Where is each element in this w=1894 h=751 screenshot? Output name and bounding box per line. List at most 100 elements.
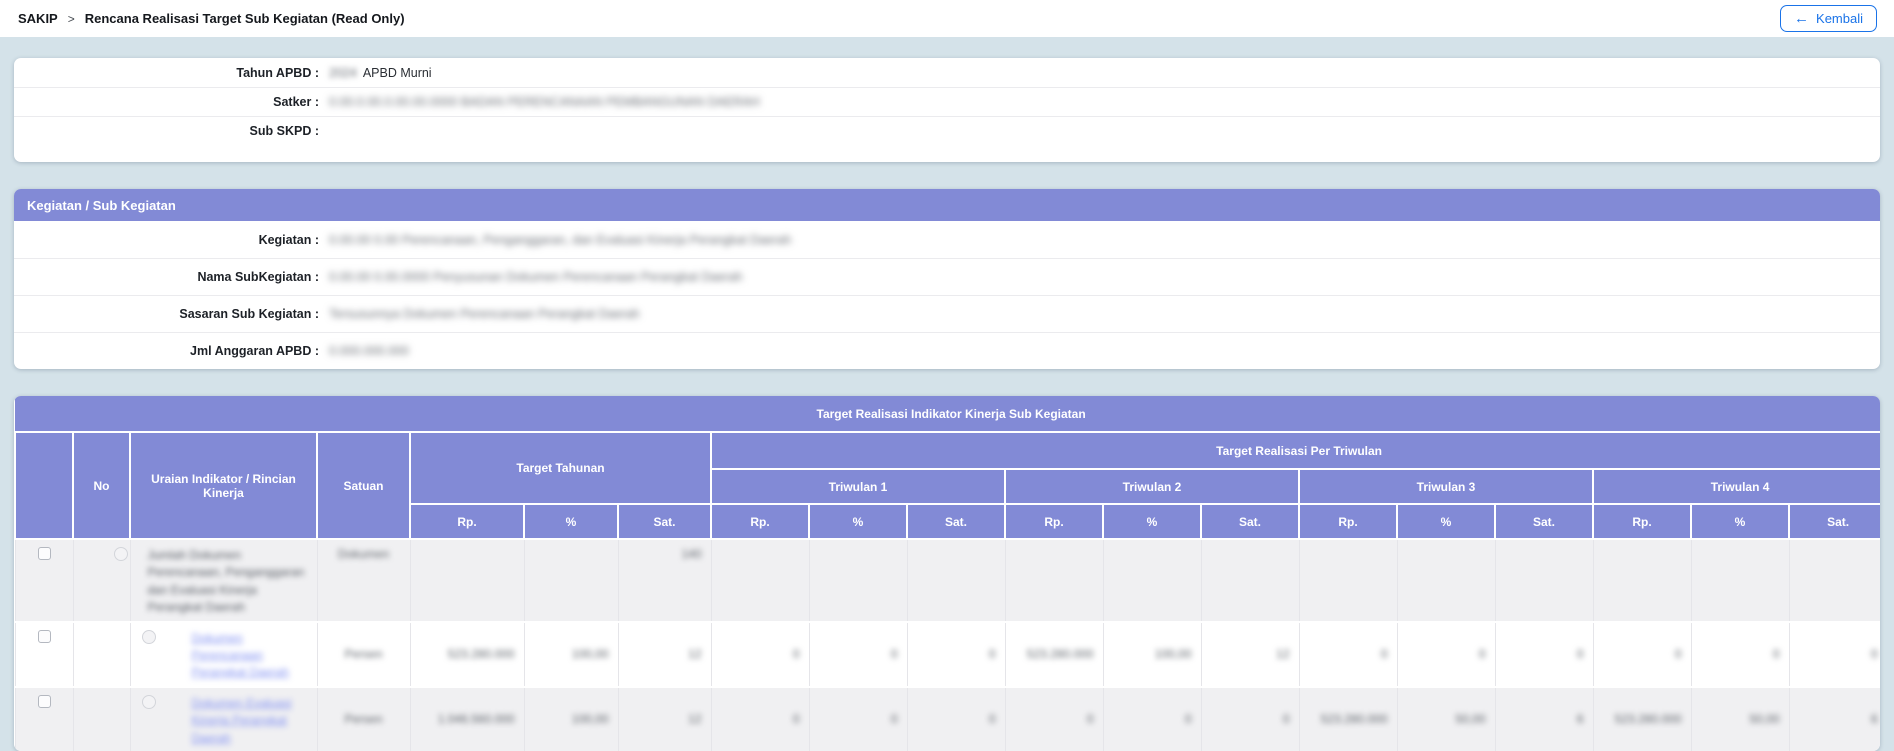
triwulan-4-header: Triwulan 4	[1593, 469, 1880, 504]
t1-rp-value: 0	[793, 647, 800, 661]
t1-pct-value: 0	[891, 712, 898, 726]
nama-subkegiatan-label: Nama SubKegiatan :	[14, 270, 319, 284]
t4-sat-value: 6	[1871, 712, 1878, 726]
tt-sat-header: Sat.	[618, 504, 711, 539]
table-title: Target Realisasi Indikator Kinerja Sub K…	[15, 396, 1880, 432]
uraian-column-header: Uraian Indikator / Rincian Kinerja	[130, 432, 317, 539]
kegiatan-panel: Kegiatan / Sub Kegiatan Kegiatan : 0.00.…	[14, 189, 1880, 369]
jml-anggaran-apbd-label: Jml Anggaran APBD :	[14, 344, 319, 358]
row-select-checkbox[interactable]	[38, 630, 51, 643]
satuan-value-redacted: Dokumen	[338, 547, 389, 561]
form-row-tahun-apbd: Tahun APBD : 2024 APBD Murni	[14, 58, 1880, 87]
t2-pct-value: 100,00	[1155, 647, 1192, 661]
t2-pct-value: 0	[1185, 712, 1192, 726]
t3-rp-header: Rp.	[1299, 504, 1397, 539]
page-title: Rencana Realisasi Target Sub Kegiatan (R…	[85, 11, 405, 26]
t3-rp-value: 523.280.000	[1321, 712, 1388, 726]
satuan-value-redacted: Persen	[344, 647, 382, 661]
uraian-indicator-text-redacted: Jumlah Dokumen Perencanaan, Penganggaran…	[148, 547, 308, 617]
no-column-header: No	[73, 432, 130, 539]
breadcrumb-root-sakip[interactable]: SAKIP	[18, 11, 58, 26]
row-no-cell	[73, 687, 130, 751]
row-radio[interactable]	[142, 630, 156, 644]
satker-label: Satker :	[14, 95, 319, 109]
t3-sat-value: 0	[1577, 647, 1584, 661]
tt-sat-value: 140	[681, 547, 701, 561]
t1-pct-value: 0	[891, 647, 898, 661]
t2-rp-header: Rp.	[1005, 504, 1103, 539]
tt-rp-value: 523.280.000	[448, 647, 515, 661]
top-bar: SAKIP > Rencana Realisasi Target Sub Keg…	[0, 0, 1894, 37]
jml-anggaran-apbd-value-redacted: 0.000.000.000	[329, 344, 409, 358]
row-radio[interactable]	[142, 695, 156, 709]
kegiatan-panel-header: Kegiatan / Sub Kegiatan	[14, 189, 1880, 221]
t3-pct-value: 50,00	[1455, 712, 1485, 726]
row-select-cell	[15, 622, 73, 687]
target-tahunan-header: Target Tahunan	[410, 432, 711, 504]
t1-sat-value: 0	[989, 647, 996, 661]
t2-sat-value: 12	[1276, 647, 1289, 661]
t2-sat-header: Sat.	[1201, 504, 1299, 539]
tt-pct-value: 100,00	[572, 647, 609, 661]
row-radio[interactable]	[114, 547, 128, 561]
kegiatan-label: Kegiatan :	[14, 233, 319, 247]
t4-rp-value: 523.280.000	[1615, 712, 1682, 726]
table-row: Dokumen Perencanaan Perangkat Daerah Per…	[15, 622, 1880, 687]
form-row-sasaran-sub-kegiatan: Sasaran Sub Kegiatan : Tersusunnya Dokum…	[14, 295, 1880, 332]
satuan-value-redacted: Persen	[344, 712, 382, 726]
t4-pct-value: 0	[1773, 647, 1780, 661]
triwulan-1-header: Triwulan 1	[711, 469, 1005, 504]
form-row-satker: Satker : 0.00.0.00.0.00.00.0000 BADAN PE…	[14, 87, 1880, 116]
tahun-apbd-label: Tahun APBD :	[14, 66, 319, 80]
satker-value-redacted: 0.00.0.00.0.00.00.0000 BADAN PERENCANAAN…	[329, 95, 760, 109]
form-row-jml-anggaran-apbd: Jml Anggaran APBD : 0.000.000.000	[14, 332, 1880, 369]
t1-sat-value: 0	[989, 712, 996, 726]
row-select-cell	[15, 539, 73, 622]
t3-sat-header: Sat.	[1495, 504, 1593, 539]
t3-sat-value: 6	[1577, 712, 1584, 726]
row-select-cell	[15, 687, 73, 751]
row-select-checkbox[interactable]	[38, 695, 51, 708]
row-uraian-cell: Jumlah Dokumen Perencanaan, Penganggaran…	[130, 539, 317, 622]
t3-rp-value: 0	[1381, 647, 1388, 661]
row-no-cell	[73, 622, 130, 687]
t4-pct-value: 50,00	[1749, 712, 1779, 726]
target-realisasi-table-panel: Target Realisasi Indikator Kinerja Sub K…	[14, 396, 1880, 751]
per-triwulan-header: Target Realisasi Per Triwulan	[711, 432, 1880, 469]
t4-sat-value: 0	[1871, 647, 1878, 661]
row-select-checkbox[interactable]	[38, 547, 51, 560]
back-arrow-icon: ←	[1794, 11, 1809, 26]
kembali-back-button[interactable]: ← Kembali	[1780, 5, 1877, 32]
form-row-kegiatan: Kegiatan : 0.00.00 0.00 Perencanaan, Pen…	[14, 221, 1880, 258]
uraian-indicator-link-redacted[interactable]: Dokumen Evaluasi Kinerja Perangkat Daera…	[192, 695, 308, 747]
row-uraian-cell: Dokumen Evaluasi Kinerja Perangkat Daera…	[130, 687, 317, 751]
t2-sat-value: 0	[1283, 712, 1290, 726]
kegiatan-value-redacted: 0.00.00 0.00 Perencanaan, Penganggaran, …	[329, 233, 791, 247]
table-row: Jumlah Dokumen Perencanaan, Penganggaran…	[15, 539, 1880, 622]
triwulan-2-header: Triwulan 2	[1005, 469, 1299, 504]
target-realisasi-table: Target Realisasi Indikator Kinerja Sub K…	[14, 396, 1880, 751]
back-button-label: Kembali	[1816, 11, 1863, 26]
t4-pct-header: %	[1691, 504, 1789, 539]
t1-rp-header: Rp.	[711, 504, 809, 539]
form-row-nama-subkegiatan: Nama SubKegiatan : 0.00.00 0.00.0000 Pen…	[14, 258, 1880, 295]
satuan-column-header: Satuan	[317, 432, 410, 539]
nama-subkegiatan-value-redacted: 0.00.00 0.00.0000 Penyusunan Dokumen Per…	[329, 270, 743, 284]
tahun-apbd-suffix: APBD Murni	[363, 66, 432, 80]
t4-sat-header: Sat.	[1789, 504, 1880, 539]
tt-rp-value: 1.046.560.000	[438, 712, 515, 726]
uraian-indicator-link-redacted[interactable]: Dokumen Perencanaan Perangkat Daerah	[192, 630, 308, 682]
apbd-info-panel: Tahun APBD : 2024 APBD Murni Satker : 0.…	[14, 58, 1880, 162]
sasaran-sub-kegiatan-value-redacted: Tersusunnya Dokumen Perencanaan Perangka…	[329, 307, 640, 321]
tahun-apbd-year-redacted: 2024	[329, 66, 357, 80]
t2-rp-value: 0	[1087, 712, 1094, 726]
breadcrumb-separator: >	[68, 12, 75, 26]
t3-pct-value: 0	[1479, 647, 1486, 661]
sasaran-sub-kegiatan-label: Sasaran Sub Kegiatan :	[14, 307, 319, 321]
tt-sat-value: 12	[688, 647, 701, 661]
t1-rp-value: 0	[793, 712, 800, 726]
t4-rp-header: Rp.	[1593, 504, 1691, 539]
triwulan-3-header: Triwulan 3	[1299, 469, 1593, 504]
sub-skpd-label: Sub SKPD :	[14, 124, 319, 138]
tt-rp-header: Rp.	[410, 504, 524, 539]
